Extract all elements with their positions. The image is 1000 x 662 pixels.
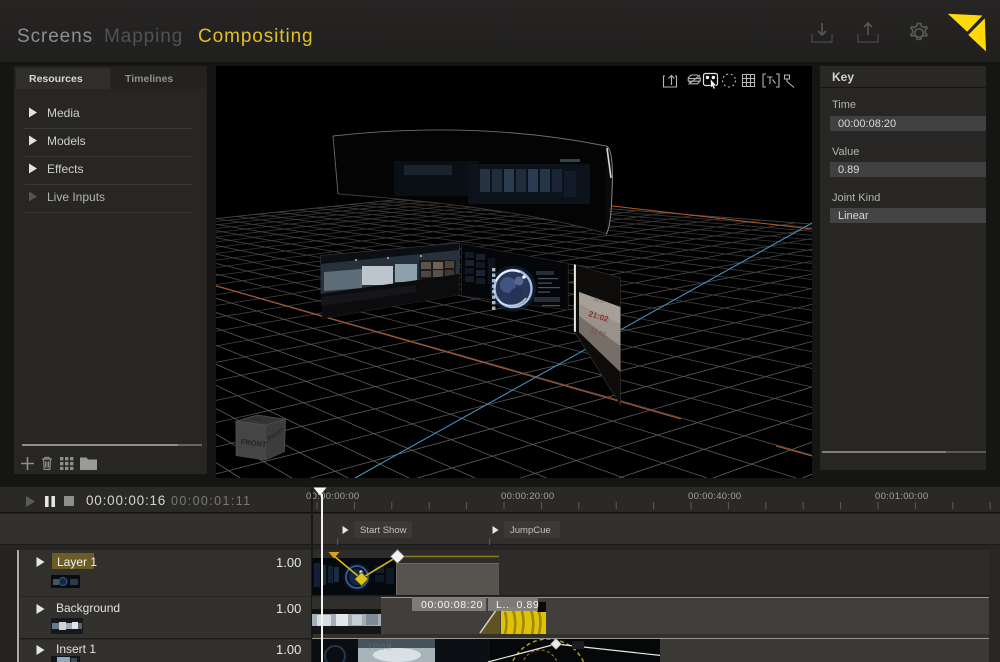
svg-text:2008: 2008	[367, 642, 393, 652]
